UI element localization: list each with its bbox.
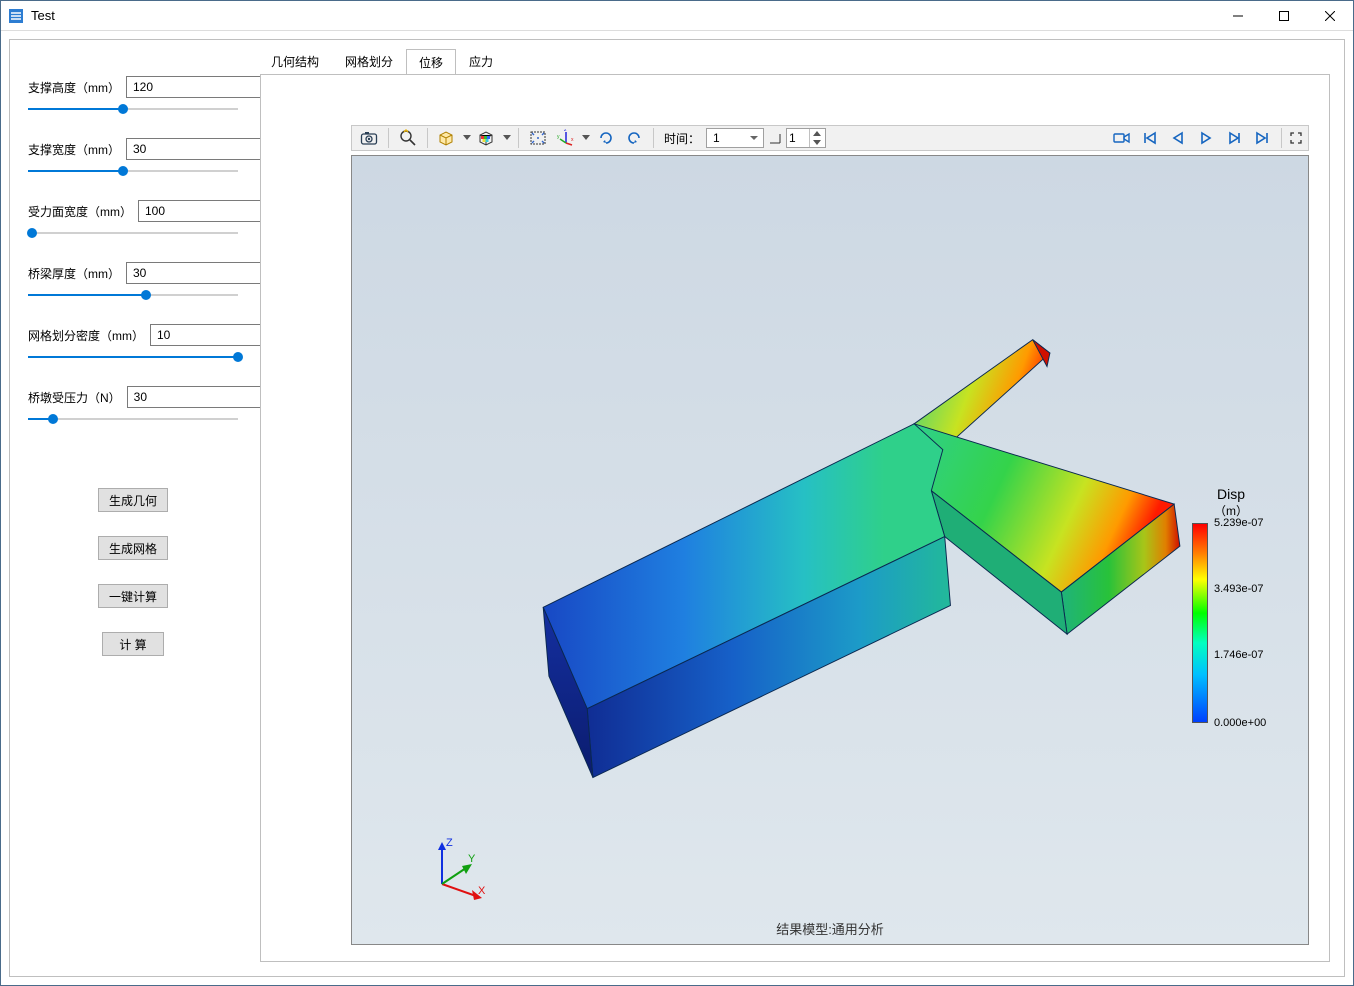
param-load-face-width: 受力面宽度（mm） (28, 200, 238, 240)
axis-y-label: Y (468, 853, 476, 865)
param-support-height: 支撑高度（mm） (28, 76, 238, 116)
param-slider-support-width[interactable] (28, 164, 238, 178)
svg-text:y: y (557, 134, 560, 140)
rotate-cw-icon[interactable] (593, 127, 619, 149)
generate-mesh-button[interactable]: 生成网格 (98, 536, 168, 560)
compute-button[interactable]: 计 算 (102, 632, 164, 656)
toolbar-separator (1281, 128, 1282, 148)
dropdown-icon[interactable] (462, 135, 472, 141)
app-icon (7, 7, 25, 25)
viewport-container: zxy 时间： 1 (260, 74, 1330, 962)
axis-orient-icon[interactable]: zxy (553, 127, 579, 149)
step-spinner[interactable] (786, 128, 826, 148)
expand-icon[interactable] (1288, 127, 1304, 149)
svg-text:x: x (571, 137, 574, 143)
tab-mesh[interactable]: 网格划分 (332, 48, 406, 74)
axis-z-label: Z (446, 837, 453, 849)
camera-icon[interactable] (356, 127, 382, 149)
toolbar-separator (518, 128, 519, 148)
minimize-button[interactable] (1215, 1, 1261, 31)
tabstrip: 几何结构 网格划分 位移 应力 (258, 50, 1330, 74)
legend-tick: 0.000e+00 (1214, 717, 1266, 729)
tab-geometry[interactable]: 几何结构 (258, 48, 332, 74)
play-icon[interactable] (1193, 127, 1219, 149)
close-button[interactable] (1307, 1, 1353, 31)
zoom-icon[interactable] (395, 127, 421, 149)
main-panel: 几何结构 网格划分 位移 应力 (260, 50, 1330, 962)
time-label: 时间： (660, 130, 704, 147)
param-pier-pressure: 桥墩受压力（N） (28, 386, 238, 426)
time-combo-value: 1 (713, 131, 720, 145)
first-frame-icon[interactable] (1137, 127, 1163, 149)
param-slider-bridge-thickness[interactable] (28, 288, 238, 302)
param-label: 支撑宽度（mm） (28, 141, 120, 158)
viewport-caption: 结果模型:通用分析 (776, 919, 884, 938)
legend-colorbar (1192, 523, 1208, 723)
fea-model-svg (352, 156, 1308, 944)
legend-tick: 1.746e-07 (1214, 649, 1264, 661)
param-label: 受力面宽度（mm） (28, 203, 132, 220)
dropdown-icon[interactable] (502, 135, 512, 141)
last-frame-icon[interactable] (1249, 127, 1275, 149)
legend-tick: 5.239e-07 (1214, 517, 1264, 529)
prev-frame-icon[interactable] (1165, 127, 1191, 149)
spin-up-icon[interactable] (810, 129, 823, 138)
param-slider-support-height[interactable] (28, 102, 238, 116)
color-legend: Disp （m） 5.239e-07 3.493e-07 1.746e-07 0… (1186, 486, 1276, 723)
range-end-icon[interactable] (766, 127, 784, 149)
face-select-icon[interactable] (434, 127, 460, 149)
viewer-toolbar: zxy 时间： 1 (351, 125, 1309, 151)
toolbar-separator (388, 128, 389, 148)
dropdown-icon[interactable] (581, 135, 591, 141)
step-spinner-input[interactable] (787, 129, 809, 147)
param-label: 支撑高度（mm） (28, 79, 120, 96)
param-label: 网格划分密度（mm） (28, 327, 144, 344)
time-combo[interactable]: 1 (706, 128, 764, 148)
param-label: 桥梁厚度（mm） (28, 265, 120, 282)
spin-down-icon[interactable] (810, 138, 823, 147)
window-title: Test (31, 8, 55, 23)
toolbar-separator (427, 128, 428, 148)
legend-tick: 3.493e-07 (1214, 583, 1264, 595)
param-mesh-density: 网格划分密度（mm） (28, 324, 238, 364)
legend-title: Disp (1186, 486, 1276, 502)
axis-triad: Z X Y (422, 834, 492, 904)
param-bridge-thickness: 桥梁厚度（mm） (28, 262, 238, 302)
param-support-width: 支撑宽度（mm） (28, 138, 238, 178)
parameter-panel: 支撑高度（mm） 支撑宽度（mm） (28, 50, 238, 962)
render-viewport[interactable]: Z X Y Disp （m） 5.2 (351, 155, 1309, 945)
maximize-button[interactable] (1261, 1, 1307, 31)
toolbar-separator (653, 128, 654, 148)
rotate-ccw-icon[interactable] (621, 127, 647, 149)
one-click-compute-button[interactable]: 一键计算 (98, 584, 168, 608)
fit-view-icon[interactable] (525, 127, 551, 149)
param-label: 桥墩受压力（N） (28, 389, 121, 406)
tab-stress[interactable]: 应力 (456, 48, 506, 74)
axis-x-label: X (478, 885, 486, 897)
render-style-icon[interactable] (474, 127, 500, 149)
next-frame-icon[interactable] (1221, 127, 1247, 149)
param-slider-pier-pressure[interactable] (28, 412, 238, 426)
param-slider-mesh-density[interactable] (28, 350, 238, 364)
generate-geometry-button[interactable]: 生成几何 (98, 488, 168, 512)
video-camera-icon[interactable] (1109, 127, 1135, 149)
param-slider-load-face-width[interactable] (28, 226, 238, 240)
titlebar: Test (1, 1, 1353, 31)
tab-displacement[interactable]: 位移 (406, 49, 456, 75)
